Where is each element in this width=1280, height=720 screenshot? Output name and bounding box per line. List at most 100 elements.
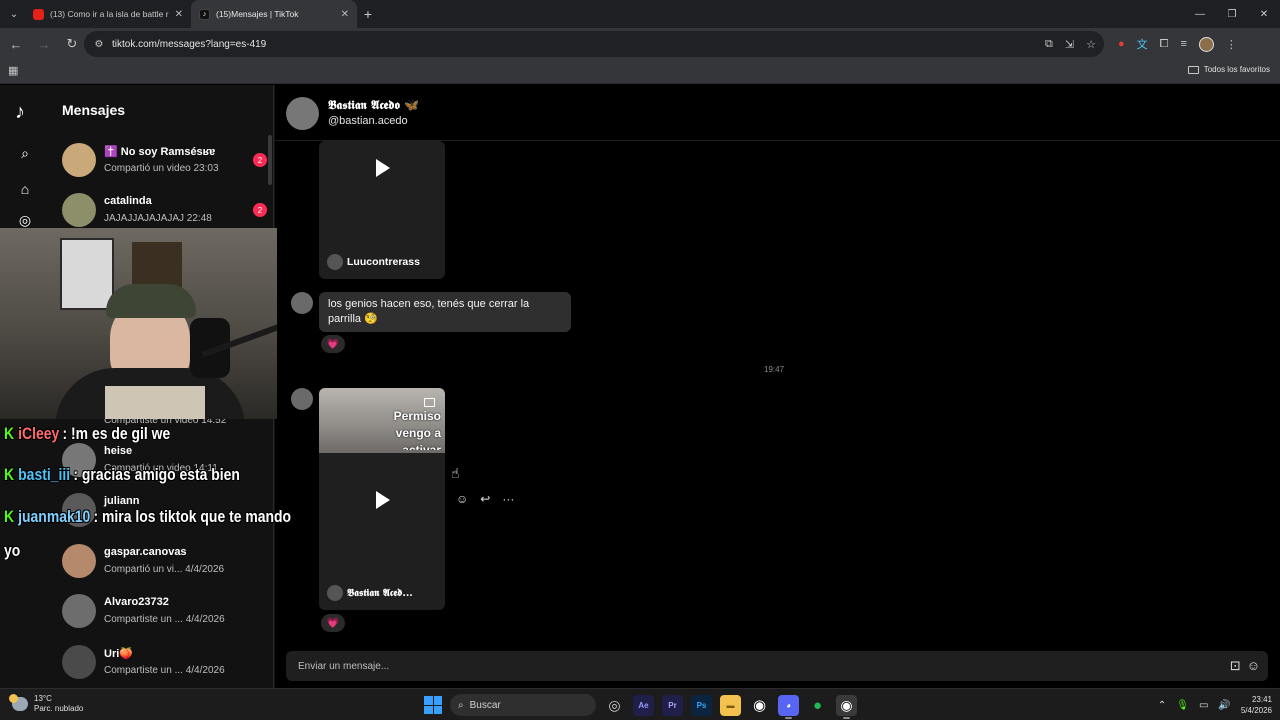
menu-kebab-icon[interactable]: ⋮ [1226, 38, 1237, 51]
chat-message: : mira los tiktok que te mando [93, 507, 292, 526]
clock[interactable]: 23:41 5/4/2026 [1241, 694, 1272, 716]
avatar[interactable] [286, 97, 319, 130]
emoji-icon[interactable]: ☺ [1247, 658, 1260, 674]
new-tab-button[interactable]: + [357, 6, 379, 22]
avatar [62, 594, 96, 628]
url-text[interactable]: tiktok.com/messages?lang=es-419 [112, 39, 266, 50]
profile-avatar[interactable] [1198, 36, 1214, 52]
youtube-icon [33, 8, 44, 20]
close-icon[interactable]: ✕ [341, 9, 349, 20]
close-window-button[interactable]: ✕ [1248, 0, 1280, 28]
extension-red-icon[interactable]: ● [1118, 38, 1125, 50]
contact-handle[interactable]: @bastian.acedo [328, 115, 408, 127]
taskbar-search[interactable]: ⌕ Buscar [450, 694, 596, 716]
chat-message: : !m es de gil we [62, 424, 171, 443]
install-app-icon[interactable]: ⇲ [1065, 38, 1074, 51]
tab-youtube[interactable]: (13) Como ir a la isla de battle roya ✕ [25, 0, 191, 28]
message-input[interactable] [286, 651, 1186, 681]
conversation-item[interactable]: Uri🍑 Compartiste un ... 4/4/2026 [62, 639, 267, 685]
file-explorer-icon[interactable]: ▬ [720, 694, 741, 716]
tab-search-button[interactable]: ⌄ [3, 4, 25, 24]
reaction-badge[interactable]: 💗 [321, 335, 345, 353]
site-info-icon[interactable]: ⚙ [92, 37, 106, 51]
webcam-overlay [0, 228, 277, 419]
video-author: 𝕭𝖆𝖘𝖙𝖎𝖆𝖓 𝕬𝖈𝖊𝖉... [327, 585, 413, 601]
play-icon[interactable] [376, 159, 390, 177]
avatar [62, 143, 96, 177]
conversation-preview: Compartió un vi... 4/4/2026 [104, 564, 225, 575]
search-icon[interactable]: ⌕ [17, 145, 33, 161]
microphone-icon[interactable]: 🎙 [1176, 700, 1189, 711]
contact-name[interactable]: 𝕭𝖆𝖘𝖙𝖎𝖆𝖓 𝕬𝖈𝖊𝖉𝖔 🦋 [328, 98, 419, 113]
after-effects-icon[interactable]: Ae [633, 694, 654, 716]
stream-chat-line: Kbasti_iii: gracias amigo esta bien [4, 465, 240, 485]
chat-message: yo [4, 541, 21, 560]
extensions-puzzle-icon[interactable]: ⧠ [1160, 38, 1169, 51]
video-author-name: Luucontrerass [347, 256, 420, 268]
shared-video-card[interactable]: Permiso vengo a activar 𝕭𝖆𝖘𝖙𝖎𝖆𝖓 𝕬𝖈𝖊𝖉... [319, 388, 445, 610]
play-icon[interactable] [376, 491, 390, 509]
chat-message: : gracias amigo esta bien [73, 465, 240, 484]
network-icon[interactable]: ▭ [1199, 700, 1208, 711]
translate-icon[interactable]: ⧉ [1045, 38, 1053, 51]
avatar [327, 254, 343, 270]
speaker-icon[interactable]: 🔊 [1218, 700, 1230, 711]
avatar [327, 585, 343, 601]
conversation-item[interactable]: ✝️ No soy Ramsésʁɐ Compartió un video 23… [62, 137, 267, 183]
chevron-up-icon[interactable]: ⌃ [1158, 700, 1166, 711]
weather-widget[interactable]: 13°C Parc. nublado [9, 694, 83, 714]
conversation-preview: JAJAJJAJAJAJAJ 22:48 [104, 213, 212, 224]
conversation-item[interactable]: gaspar.canovas Compartió un vi... 4/4/20… [62, 538, 267, 584]
reading-list-icon[interactable]: ≡ [1180, 38, 1186, 50]
add-reaction-icon[interactable]: ☺ [456, 492, 468, 506]
forward-button[interactable]: → [32, 32, 56, 56]
omnibox[interactable]: ⚙ tiktok.com/messages?lang=es-419 ⧉ ⇲ ☆ [84, 31, 1104, 57]
tab-title: (15)Mensajes | TikTok [216, 9, 299, 19]
shared-video-card[interactable]: Luucontrerass [319, 141, 445, 279]
chrome-active-icon[interactable]: ◉ [836, 694, 857, 719]
start-windows-icon[interactable] [424, 696, 442, 714]
reload-button[interactable]: ↻ [60, 32, 84, 56]
premiere-icon[interactable]: Pr [662, 694, 683, 716]
browser-tab-bar: ⌄ (13) Como ir a la isla de battle roya … [0, 0, 1280, 28]
taskbar: 13°C Parc. nublado ⌕ Buscar ◎ Ae Pr Ps ▬… [0, 688, 1280, 720]
reaction-badge[interactable]: 💗 [321, 614, 345, 632]
conversation-preview: Compartiste un ... 4/4/2026 [104, 665, 225, 676]
conversation-name: Alvaro23732 [104, 596, 169, 608]
home-icon[interactable]: ⌂ [17, 181, 33, 197]
conversation-item[interactable]: catalinda JAJAJJAJAJAJAJ 22:48 2 [62, 187, 267, 233]
explore-compass-icon[interactable]: ◎ [17, 212, 33, 228]
tab-tiktok[interactable]: ♪ (15)Mensajes | TikTok ✕ [191, 0, 357, 28]
discord-icon[interactable]: ◕ [778, 694, 799, 719]
scrollbar[interactable] [268, 135, 272, 185]
bookmark-star-icon[interactable]: ☆ [1086, 38, 1096, 51]
chat-username: basti_iii [18, 465, 71, 484]
chrome-icon[interactable]: ◉ [749, 695, 770, 716]
streamer-cap [106, 284, 196, 318]
extension-translate-icon[interactable]: 文 [1137, 36, 1148, 52]
unread-badge: 2 [253, 203, 267, 217]
tiktok-logo-icon[interactable]: ♪ [15, 101, 25, 124]
avatar [62, 645, 96, 679]
more-options-icon[interactable]: ··· [502, 492, 514, 506]
apps-grid-icon[interactable]: ▦ [8, 64, 18, 77]
avatar [62, 544, 96, 578]
conversation-item[interactable]: Alvaro23732 Compartiste un ... 4/4/2026 [62, 588, 267, 634]
image-icon [424, 398, 435, 407]
reply-icon[interactable]: ↩ [480, 492, 490, 506]
obs-icon[interactable]: ◎ [604, 695, 625, 716]
kick-badge-icon: K [4, 507, 15, 526]
spotify-icon[interactable]: ● [807, 695, 828, 716]
message-actions: ☺ ↩ ··· [456, 492, 514, 506]
mouse-cursor-icon: ☝ [451, 465, 460, 481]
kick-badge-icon: K [4, 424, 15, 443]
image-upload-icon[interactable]: ⊡ [1230, 658, 1241, 674]
close-icon[interactable]: ✕ [175, 9, 183, 20]
tiktok-icon: ♪ [199, 8, 210, 20]
minimize-button[interactable]: — [1184, 0, 1216, 28]
maximize-button[interactable]: ❐ [1216, 0, 1248, 28]
chat-username: juanmak10 [18, 507, 91, 526]
back-button[interactable]: ← [4, 32, 28, 56]
all-bookmarks-button[interactable]: Todos los favoritos [1187, 65, 1270, 74]
photoshop-icon[interactable]: Ps [691, 694, 712, 716]
